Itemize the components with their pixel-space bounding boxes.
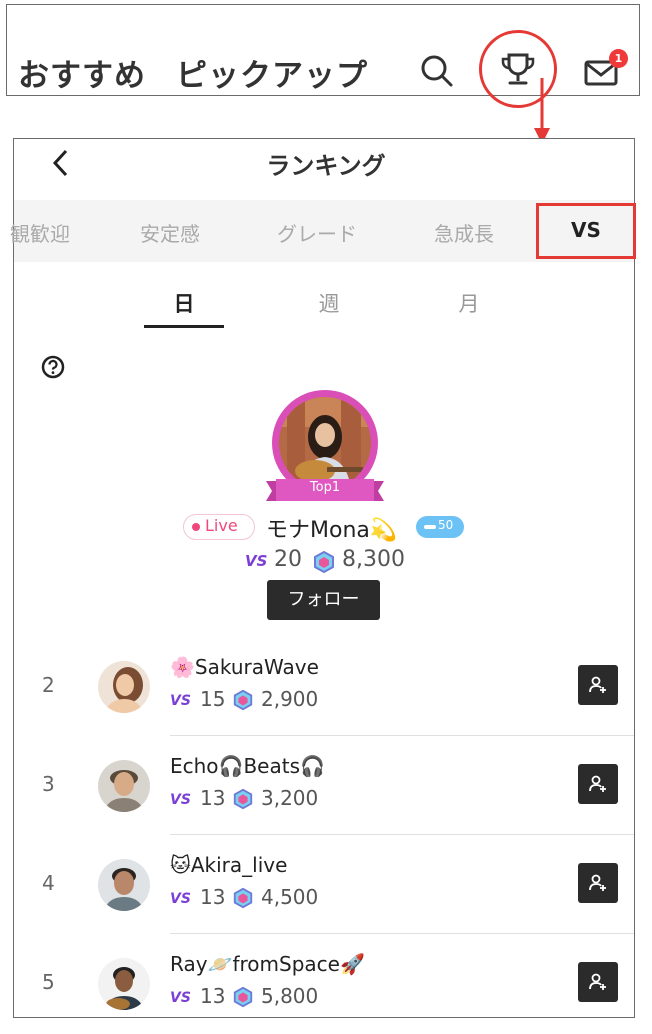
points-value: 3,200 (261, 786, 319, 810)
avatar[interactable] (98, 958, 150, 1010)
tab-day[interactable]: 日 (144, 288, 224, 318)
gem-icon (312, 550, 336, 578)
add-friend-button[interactable] (578, 665, 618, 705)
add-user-icon (589, 676, 606, 693)
rank-number: 3 (42, 772, 55, 796)
add-user-icon (589, 874, 606, 891)
active-tab-indicator (144, 325, 224, 328)
gem-icon (232, 986, 254, 1012)
avatar[interactable] (98, 661, 150, 713)
points-value: 2,900 (261, 687, 319, 711)
vs-count: 13 (200, 984, 226, 1008)
vs-logo: VS (170, 891, 191, 907)
live-dot-icon (192, 523, 200, 531)
top1-ribbon-label: Top1 (309, 480, 341, 495)
vs-count: 13 (200, 786, 226, 810)
follow-button[interactable]: フォロー (267, 580, 380, 620)
rank-number: 2 (42, 673, 55, 697)
add-friend-button[interactable] (578, 863, 618, 903)
rank-number: 4 (42, 871, 55, 895)
add-user-icon (589, 775, 606, 792)
tab-category-stability[interactable]: 安定感 (140, 218, 200, 247)
points-value: 5,800 (261, 984, 319, 1008)
tab-category-vs[interactable]: VS (536, 218, 636, 242)
vs-count: 15 (200, 687, 226, 711)
points-value: 8,300 (342, 547, 405, 572)
vs-count: 20 (274, 547, 302, 572)
list-item[interactable]: 3 Echo🎧Beats🎧 VS 13 3,200 (14, 736, 634, 836)
gem-icon (232, 689, 254, 715)
user-name[interactable]: 🌸SakuraWave (170, 655, 319, 679)
avatar[interactable] (279, 397, 371, 489)
page-title: ランキング (266, 152, 386, 180)
add-friend-button[interactable] (578, 962, 618, 1002)
add-friend-button[interactable] (578, 764, 618, 804)
points-value: 4,500 (261, 885, 319, 909)
tab-month[interactable]: 月 (429, 288, 509, 318)
avatar[interactable] (98, 859, 150, 911)
help-icon[interactable] (41, 355, 65, 383)
vs-logo: VS (170, 990, 191, 1006)
user-name[interactable]: Ray🪐fromSpace🚀 (170, 952, 365, 976)
user-name[interactable]: Echo🎧Beats🎧 (170, 754, 325, 778)
list-item[interactable]: 2 🌸SakuraWave VS 15 2,900 (14, 637, 634, 737)
level-value: 50 (438, 518, 454, 532)
add-user-icon (589, 973, 606, 990)
vs-logo: VS (170, 693, 191, 709)
list-item[interactable]: 5 Ray🪐fromSpace🚀 VS 13 5,800 (14, 934, 634, 1034)
tab-category-rising[interactable]: 急成長 (434, 218, 494, 247)
vs-logo: VS (245, 552, 268, 570)
top1-name[interactable]: モナMona💫 (266, 512, 397, 544)
tab-recommend[interactable]: おすすめ (18, 50, 146, 95)
avatar[interactable] (98, 760, 150, 812)
rank-number: 5 (42, 970, 55, 994)
list-item[interactable]: 4 🐱Akira_live VS 13 4,500 (14, 835, 634, 935)
tab-week[interactable]: 週 (289, 288, 369, 318)
tab-category-grade[interactable]: グレード (277, 218, 357, 247)
gem-icon (232, 788, 254, 814)
notification-badge: 1 (609, 49, 628, 68)
live-label: Live (205, 516, 238, 535)
gem-icon (232, 887, 254, 913)
vs-logo: VS (170, 792, 191, 808)
search-icon[interactable] (420, 54, 454, 92)
tab-pickup[interactable]: ピックアップ (176, 50, 368, 95)
tab-category-welcome[interactable]: 観歓迎 (10, 218, 70, 247)
vs-count: 13 (200, 885, 226, 909)
user-name[interactable]: 🐱Akira_live (170, 853, 287, 877)
